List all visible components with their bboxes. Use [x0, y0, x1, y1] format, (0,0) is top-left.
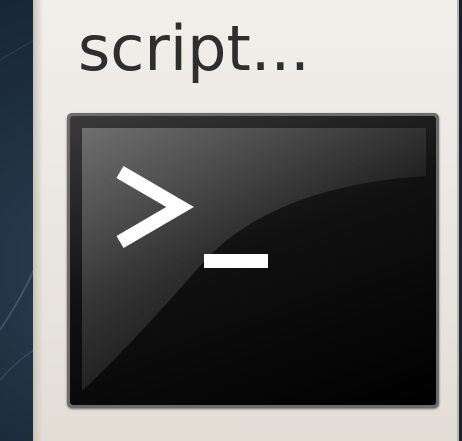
terminal-screen: [70, 116, 436, 405]
terminal-icon[interactable]: [67, 113, 439, 408]
shell-prompt-glyph: [116, 165, 268, 268]
launcher-label: script...: [78, 12, 310, 85]
tile-rim: [35, 0, 43, 441]
